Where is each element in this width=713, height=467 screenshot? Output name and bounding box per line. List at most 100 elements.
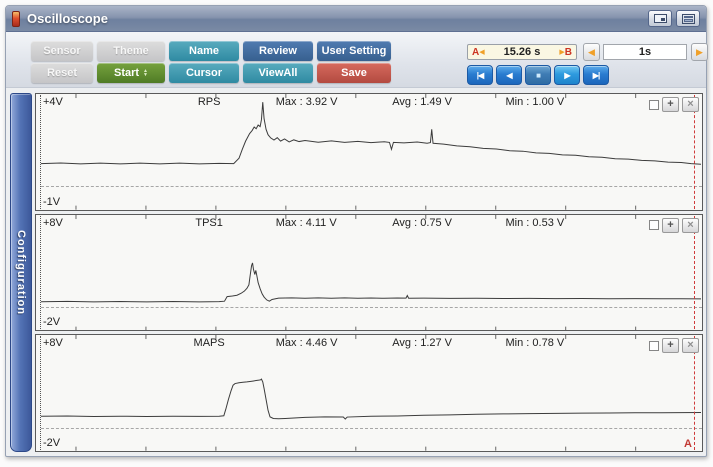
zero-reference-line — [41, 307, 702, 308]
min-readout: Min : 1.00 V — [506, 96, 565, 108]
toolbar: Sensor Theme Name Review User Setting Reset S… — [6, 32, 706, 88]
button-label: Name — [189, 45, 219, 57]
cursor-b-label: B — [565, 47, 572, 58]
button-label: Review — [259, 45, 297, 57]
button-label: ViewAll — [259, 67, 298, 79]
zoom-in-button[interactable]: + — [662, 338, 679, 353]
channel-panel-rps: +4V -1V RPS Max : 3.92 V Avg : 1.49 V Mi… — [35, 93, 703, 211]
close-icon: × — [687, 220, 693, 231]
avg-readout: Avg : 0.75 V — [392, 217, 452, 229]
start-button[interactable]: Start▲▼ — [97, 63, 165, 83]
viewall-button[interactable]: ViewAll — [243, 63, 313, 83]
channel-name: TPS1 — [169, 217, 249, 229]
sidebar-label: Configuration — [15, 230, 27, 315]
screen-capture-icon — [654, 14, 667, 23]
channel-name: MAPS — [169, 337, 249, 349]
titlebar[interactable]: Oscilloscope — [6, 6, 706, 32]
name-button[interactable]: Name — [169, 41, 239, 61]
zero-reference-line — [41, 428, 702, 429]
ab-range-value: 15.26 s — [485, 46, 560, 58]
step-back-button[interactable]: ◀ — [496, 65, 522, 85]
cursor-a-label: A — [472, 47, 479, 58]
left-arrow-icon: ◀ — [588, 47, 595, 58]
play-button[interactable]: ▶ — [554, 65, 580, 85]
close-channel-button[interactable]: × — [682, 97, 699, 112]
interval-value-box[interactable]: 1s — [603, 44, 687, 60]
cursor-a-line[interactable] — [694, 216, 695, 330]
skip-to-end-button[interactable]: ▶| — [583, 65, 609, 85]
skip-to-start-icon: |◀ — [477, 71, 483, 80]
skip-to-start-button[interactable]: |◀ — [467, 65, 493, 85]
range-top-label: +4V — [43, 96, 63, 108]
tile-windows-button[interactable] — [676, 10, 700, 27]
sensor-button[interactable]: Sensor — [31, 41, 93, 61]
theme-button[interactable]: Theme — [97, 41, 165, 61]
channel-panel-maps: A +8V -2V MAPS Max : 4.46 V Avg : 1.27 V… — [35, 334, 703, 452]
plus-icon: + — [667, 220, 673, 231]
channel-select-checkbox[interactable] — [649, 100, 659, 110]
main-area: Configuration +4V -1V RPS Max : 3.92 V A… — [6, 88, 706, 456]
toolbar-row-1: Sensor Theme Name Review User Setting — [31, 41, 391, 61]
close-icon: × — [687, 340, 693, 351]
cursor-button[interactable]: Cursor — [169, 63, 239, 83]
interval-decrease-button[interactable]: ◀ — [583, 43, 600, 61]
button-label: Cursor — [186, 67, 222, 79]
channel-controls: + × — [649, 97, 699, 112]
plus-icon: + — [667, 340, 673, 351]
avg-readout: Avg : 1.27 V — [392, 337, 452, 349]
max-readout: Max : 4.46 V — [276, 337, 338, 349]
close-channel-button[interactable]: × — [682, 338, 699, 353]
ab-range-box: A ◀ 15.26 s ▶ B — [467, 44, 577, 60]
window-controls — [648, 10, 700, 27]
step-back-icon: ◀ — [506, 71, 511, 80]
cursor-a-tag: A — [684, 438, 692, 450]
cursor-a-line[interactable] — [694, 336, 695, 450]
toolbar-row-2: Reset Start▲▼ Cursor ViewAll Save — [31, 63, 391, 83]
close-channel-button[interactable]: × — [682, 218, 699, 233]
avg-readout: Avg : 1.49 V — [392, 96, 452, 108]
tile-windows-icon — [682, 14, 695, 24]
transport-controls: |◀ ◀ ■ ▶ ▶| — [467, 65, 609, 85]
waveform-tps1 — [41, 215, 701, 331]
zoom-in-button[interactable]: + — [662, 218, 679, 233]
right-arrow-icon: ▶ — [696, 47, 703, 58]
button-label: Save — [341, 67, 367, 79]
oscilloscope-window: Oscilloscope Sensor Theme Name Review User S… — [5, 5, 707, 457]
button-label: User Setting — [322, 45, 387, 57]
zoom-in-button[interactable]: + — [662, 97, 679, 112]
min-readout: Min : 0.53 V — [506, 217, 565, 229]
spinner-arrows-icon[interactable]: ▲▼ — [143, 69, 148, 77]
window-title: Oscilloscope — [27, 11, 108, 26]
range-top-label: +8V — [43, 337, 63, 349]
stop-button[interactable]: ■ — [525, 65, 551, 85]
max-readout: Max : 4.11 V — [276, 217, 337, 229]
max-readout: Max : 3.92 V — [276, 96, 338, 108]
interval-increase-button[interactable]: ▶ — [691, 43, 708, 61]
skip-to-end-icon: ▶| — [593, 71, 599, 80]
close-icon: × — [687, 99, 693, 110]
button-label: Reset — [47, 67, 77, 79]
button-label: Sensor — [43, 45, 80, 57]
channel-select-checkbox[interactable] — [649, 341, 659, 351]
configuration-sidebar[interactable]: Configuration — [10, 93, 32, 452]
reset-button[interactable]: Reset — [31, 63, 93, 83]
button-label: Theme — [113, 45, 148, 57]
save-button[interactable]: Save — [317, 63, 391, 83]
range-bottom-label: -2V — [43, 316, 60, 328]
channel-panel-tps1: +8V -2V TPS1 Max : 4.11 V Avg : 0.75 V M… — [35, 214, 703, 332]
user-setting-button[interactable]: User Setting — [317, 41, 391, 61]
channel-controls: + × — [649, 218, 699, 233]
waveform-maps — [41, 335, 701, 451]
channel-select-checkbox[interactable] — [649, 220, 659, 230]
min-readout: Min : 0.78 V — [506, 337, 565, 349]
waveform-rps — [41, 94, 701, 210]
stop-icon: ■ — [536, 71, 540, 80]
range-bottom-label: -2V — [43, 437, 60, 449]
channel-list: +4V -1V RPS Max : 3.92 V Avg : 1.49 V Mi… — [35, 93, 703, 452]
channel-controls: + × — [649, 338, 699, 353]
capture-window-button[interactable] — [648, 10, 672, 27]
review-button[interactable]: Review — [243, 41, 313, 61]
zero-reference-line — [41, 186, 702, 187]
play-icon: ▶ — [564, 71, 569, 80]
cursor-a-line[interactable] — [694, 95, 695, 209]
